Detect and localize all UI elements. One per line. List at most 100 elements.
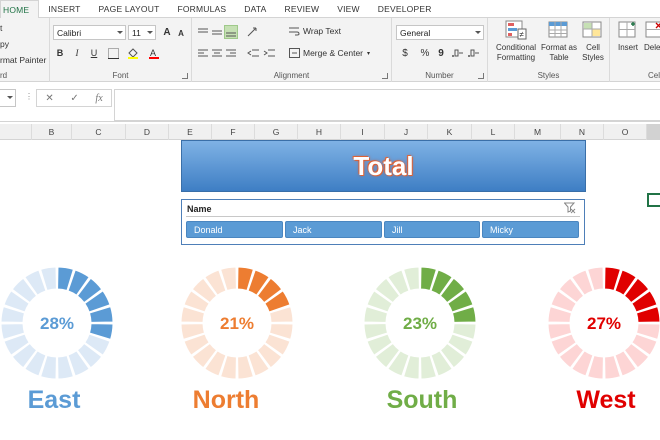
slicer-item-micky[interactable]: Micky — [482, 221, 579, 238]
cell-styles-button[interactable]: Cell Styles — [578, 20, 608, 63]
alignment-launcher-icon[interactable] — [382, 73, 388, 79]
column-header[interactable]: B — [32, 124, 72, 140]
borders-icon[interactable] — [106, 46, 120, 60]
region-name-south: South — [386, 386, 458, 414]
align-right-icon[interactable] — [224, 46, 238, 60]
tab-insert[interactable]: INSERT — [39, 0, 89, 17]
decrease-indent-icon[interactable] — [246, 46, 260, 60]
column-header[interactable]: K — [428, 124, 472, 140]
tab-page-layout[interactable]: PAGE LAYOUT — [90, 0, 169, 17]
align-middle-icon[interactable] — [210, 25, 224, 39]
fill-color-icon[interactable] — [126, 46, 140, 60]
column-header[interactable]: N — [561, 124, 604, 140]
clear-filter-icon[interactable] — [563, 202, 576, 214]
align-bottom-icon[interactable] — [224, 25, 238, 39]
comma-button[interactable]: 9 — [434, 46, 448, 60]
orientation-icon[interactable] — [246, 25, 260, 39]
tab-data[interactable]: DATA — [235, 0, 275, 17]
number-format-select[interactable]: General — [396, 25, 484, 40]
column-header-a[interactable] — [0, 124, 32, 140]
slicer-item-jill[interactable]: Jill — [384, 221, 480, 238]
bold-button[interactable]: B — [53, 46, 67, 60]
column-header[interactable]: C — [72, 124, 126, 140]
tab-review[interactable]: REVIEW — [276, 0, 329, 17]
font-launcher-icon[interactable] — [182, 73, 188, 79]
merge-center-label: Merge & Center — [303, 48, 363, 58]
slicer-item-jack[interactable]: Jack — [285, 221, 382, 238]
tab-formulas[interactable]: FORMULAS — [168, 0, 235, 17]
currency-button[interactable]: $ — [398, 46, 412, 60]
delete-cells-button[interactable]: Delete — [644, 20, 660, 53]
shrink-font-button[interactable]: A — [174, 26, 188, 40]
cell-styles-icon — [582, 20, 604, 40]
styles-label: Styles — [537, 71, 560, 80]
cancel-icon[interactable]: ✕ — [45, 93, 53, 104]
number-format-value: General — [400, 27, 431, 38]
tab-developer[interactable]: DEVELOPER — [369, 0, 441, 17]
conditional-line-1: Conditional — [495, 43, 537, 52]
merge-center-button[interactable]: Merge & Center ▾ — [289, 48, 370, 58]
align-center-icon[interactable] — [210, 46, 224, 60]
format-as-table-icon — [548, 20, 570, 40]
number-label: Number — [425, 71, 454, 80]
column-header[interactable]: F — [212, 124, 255, 140]
cut-button[interactable]: t — [0, 23, 2, 33]
column-header[interactable]: D — [126, 124, 169, 140]
font-label: Font — [112, 71, 129, 80]
ribbon-tabs: HOME INSERT PAGE LAYOUT FORMULAS DATA RE… — [0, 0, 660, 19]
format-painter-button[interactable]: rmat Painter — [0, 55, 46, 65]
enter-icon[interactable]: ✓ — [70, 93, 78, 104]
formula-input[interactable] — [114, 89, 660, 121]
column-header[interactable]: L — [472, 124, 515, 140]
selected-cell[interactable] — [647, 193, 660, 207]
slicer-divider — [186, 216, 580, 217]
grow-font-button[interactable]: A — [160, 25, 174, 39]
italic-button[interactable]: I — [70, 46, 84, 60]
column-header[interactable]: M — [515, 124, 561, 140]
column-header[interactable]: I — [341, 124, 385, 140]
name-box[interactable] — [0, 89, 16, 107]
tab-view[interactable]: VIEW — [328, 0, 369, 17]
align-top-icon[interactable] — [196, 25, 210, 39]
styles-group: ≠ Conditional Formatting Format as Table… — [488, 18, 610, 82]
number-launcher-icon[interactable] — [478, 73, 484, 79]
font-name-select[interactable]: Calibri — [53, 25, 126, 40]
copy-button[interactable]: py — [0, 39, 9, 49]
insert-function-icon[interactable]: fx — [95, 93, 102, 104]
column-header[interactable]: J — [385, 124, 428, 140]
conditional-formatting-button[interactable]: ≠ Conditional Formatting — [491, 20, 541, 63]
decrease-decimal-icon[interactable] — [466, 46, 480, 60]
wrap-text-label: Wrap Text — [303, 26, 341, 36]
column-header[interactable]: O — [604, 124, 647, 140]
align-left-icon[interactable] — [196, 46, 210, 60]
name-slicer[interactable]: Name Donald Jack Jill Micky — [181, 199, 585, 245]
increase-decimal-icon[interactable] — [450, 46, 464, 60]
column-header-selected[interactable] — [647, 124, 660, 140]
column-header[interactable]: H — [298, 124, 341, 140]
region-name-north: North — [192, 386, 260, 414]
number-group: General $ % 9 Number — [392, 18, 488, 82]
delete-cells-label: Delete — [644, 43, 660, 52]
format-as-table-button[interactable]: Format as Table — [540, 20, 578, 63]
insert-cells-button[interactable]: Insert — [615, 20, 641, 53]
underline-button[interactable]: U — [87, 46, 101, 60]
donut-south: 23% — [363, 266, 477, 380]
font-color-icon[interactable]: A — [147, 46, 161, 60]
font-size-select[interactable]: 11 — [128, 25, 156, 40]
donut-label-north: 21% — [220, 314, 254, 333]
column-header[interactable]: G — [255, 124, 298, 140]
tab-home[interactable]: HOME — [0, 0, 40, 19]
donut-north: 21% — [180, 266, 294, 380]
donut-west: 27% — [547, 266, 660, 380]
formula-buttons: ✕ ✓ fx — [36, 89, 112, 107]
insert-cells-icon — [617, 20, 639, 40]
column-header[interactable]: E — [169, 124, 212, 140]
formula-bar: ⋮ ✕ ✓ fx — [0, 82, 660, 122]
wrap-text-button[interactable]: Wrap Text — [289, 26, 341, 36]
donut-label-east: 28% — [40, 314, 74, 333]
increase-indent-icon[interactable] — [262, 46, 276, 60]
percent-button[interactable]: % — [418, 46, 432, 60]
clipboard-label: rd — [0, 71, 8, 80]
slicer-item-donald[interactable]: Donald — [186, 221, 283, 238]
format-table-line-1: Format as — [540, 43, 577, 52]
